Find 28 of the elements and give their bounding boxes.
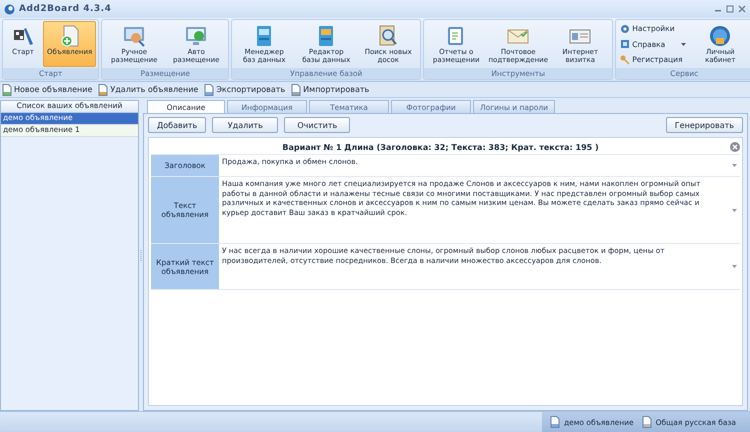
monitor-refresh-icon <box>184 24 208 48</box>
document-icon <box>550 416 560 428</box>
maximize-icon[interactable] <box>726 5 734 13</box>
app-logo-icon <box>4 4 15 14</box>
document-icon <box>642 416 652 428</box>
action-button[interactable]: Очистить <box>284 117 350 134</box>
document-icon <box>204 84 214 96</box>
dropdown-arrow-icon <box>732 164 737 168</box>
globe-icon <box>708 24 732 48</box>
toolbar-button[interactable]: Удалить объявление <box>98 84 198 96</box>
document-icon <box>291 84 302 96</box>
dropdown-arrow-icon <box>732 265 737 268</box>
close-icon[interactable] <box>730 142 740 152</box>
action-button[interactable]: Добавить <box>148 117 206 134</box>
generate-button[interactable]: Генерировать <box>666 117 743 134</box>
document-icon <box>2 84 12 96</box>
key-icon <box>620 54 630 65</box>
window-title: Add2Board 4.3.4 <box>19 4 112 14</box>
toolbar-button[interactable]: Импортировать <box>291 84 370 96</box>
monitor-icon <box>122 24 146 48</box>
variant-title: Вариант № 1 Длина (Заголовка: 32; Текста: 383; Крат. текста: 195 ) <box>281 142 600 152</box>
toolbar-button[interactable]: Новое объявление <box>2 84 92 96</box>
close-icon[interactable] <box>738 5 746 13</box>
document-icon <box>98 84 108 96</box>
toolbar-button[interactable]: Экспортировать <box>204 84 286 96</box>
dropdown-arrow-icon <box>732 208 737 212</box>
action-button[interactable]: Удалить <box>212 117 278 134</box>
caret-icon <box>681 42 686 46</box>
